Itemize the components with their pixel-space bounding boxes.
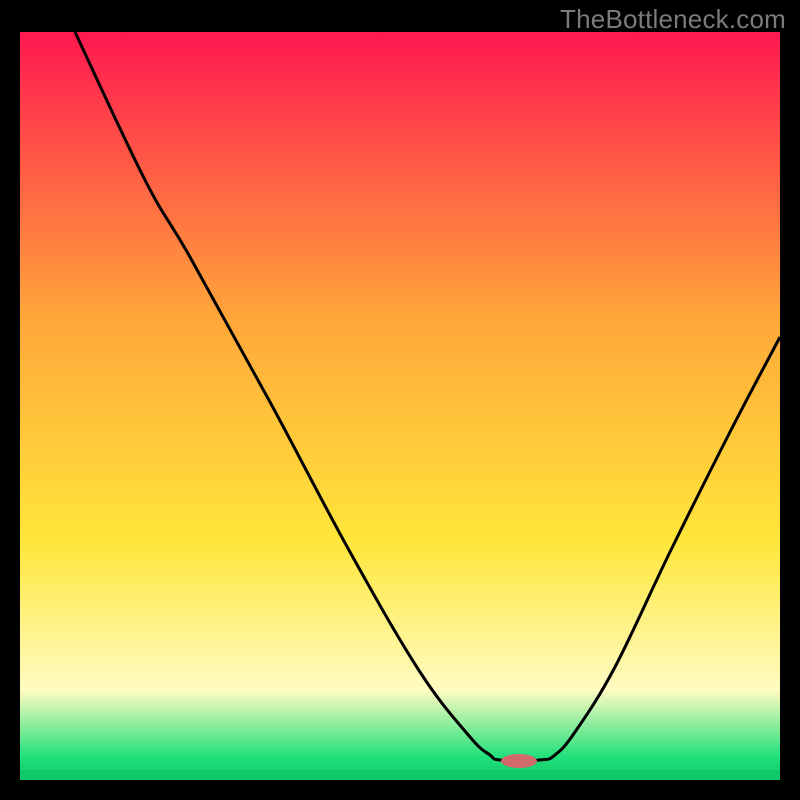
chart-frame: TheBottleneck.com	[0, 0, 800, 800]
watermark-text: TheBottleneck.com	[560, 4, 786, 35]
plot-area	[20, 32, 780, 780]
bottom-green-stripe	[20, 770, 780, 780]
optimal-marker	[501, 754, 537, 768]
chart-svg	[20, 32, 780, 780]
gradient-background	[20, 32, 780, 780]
